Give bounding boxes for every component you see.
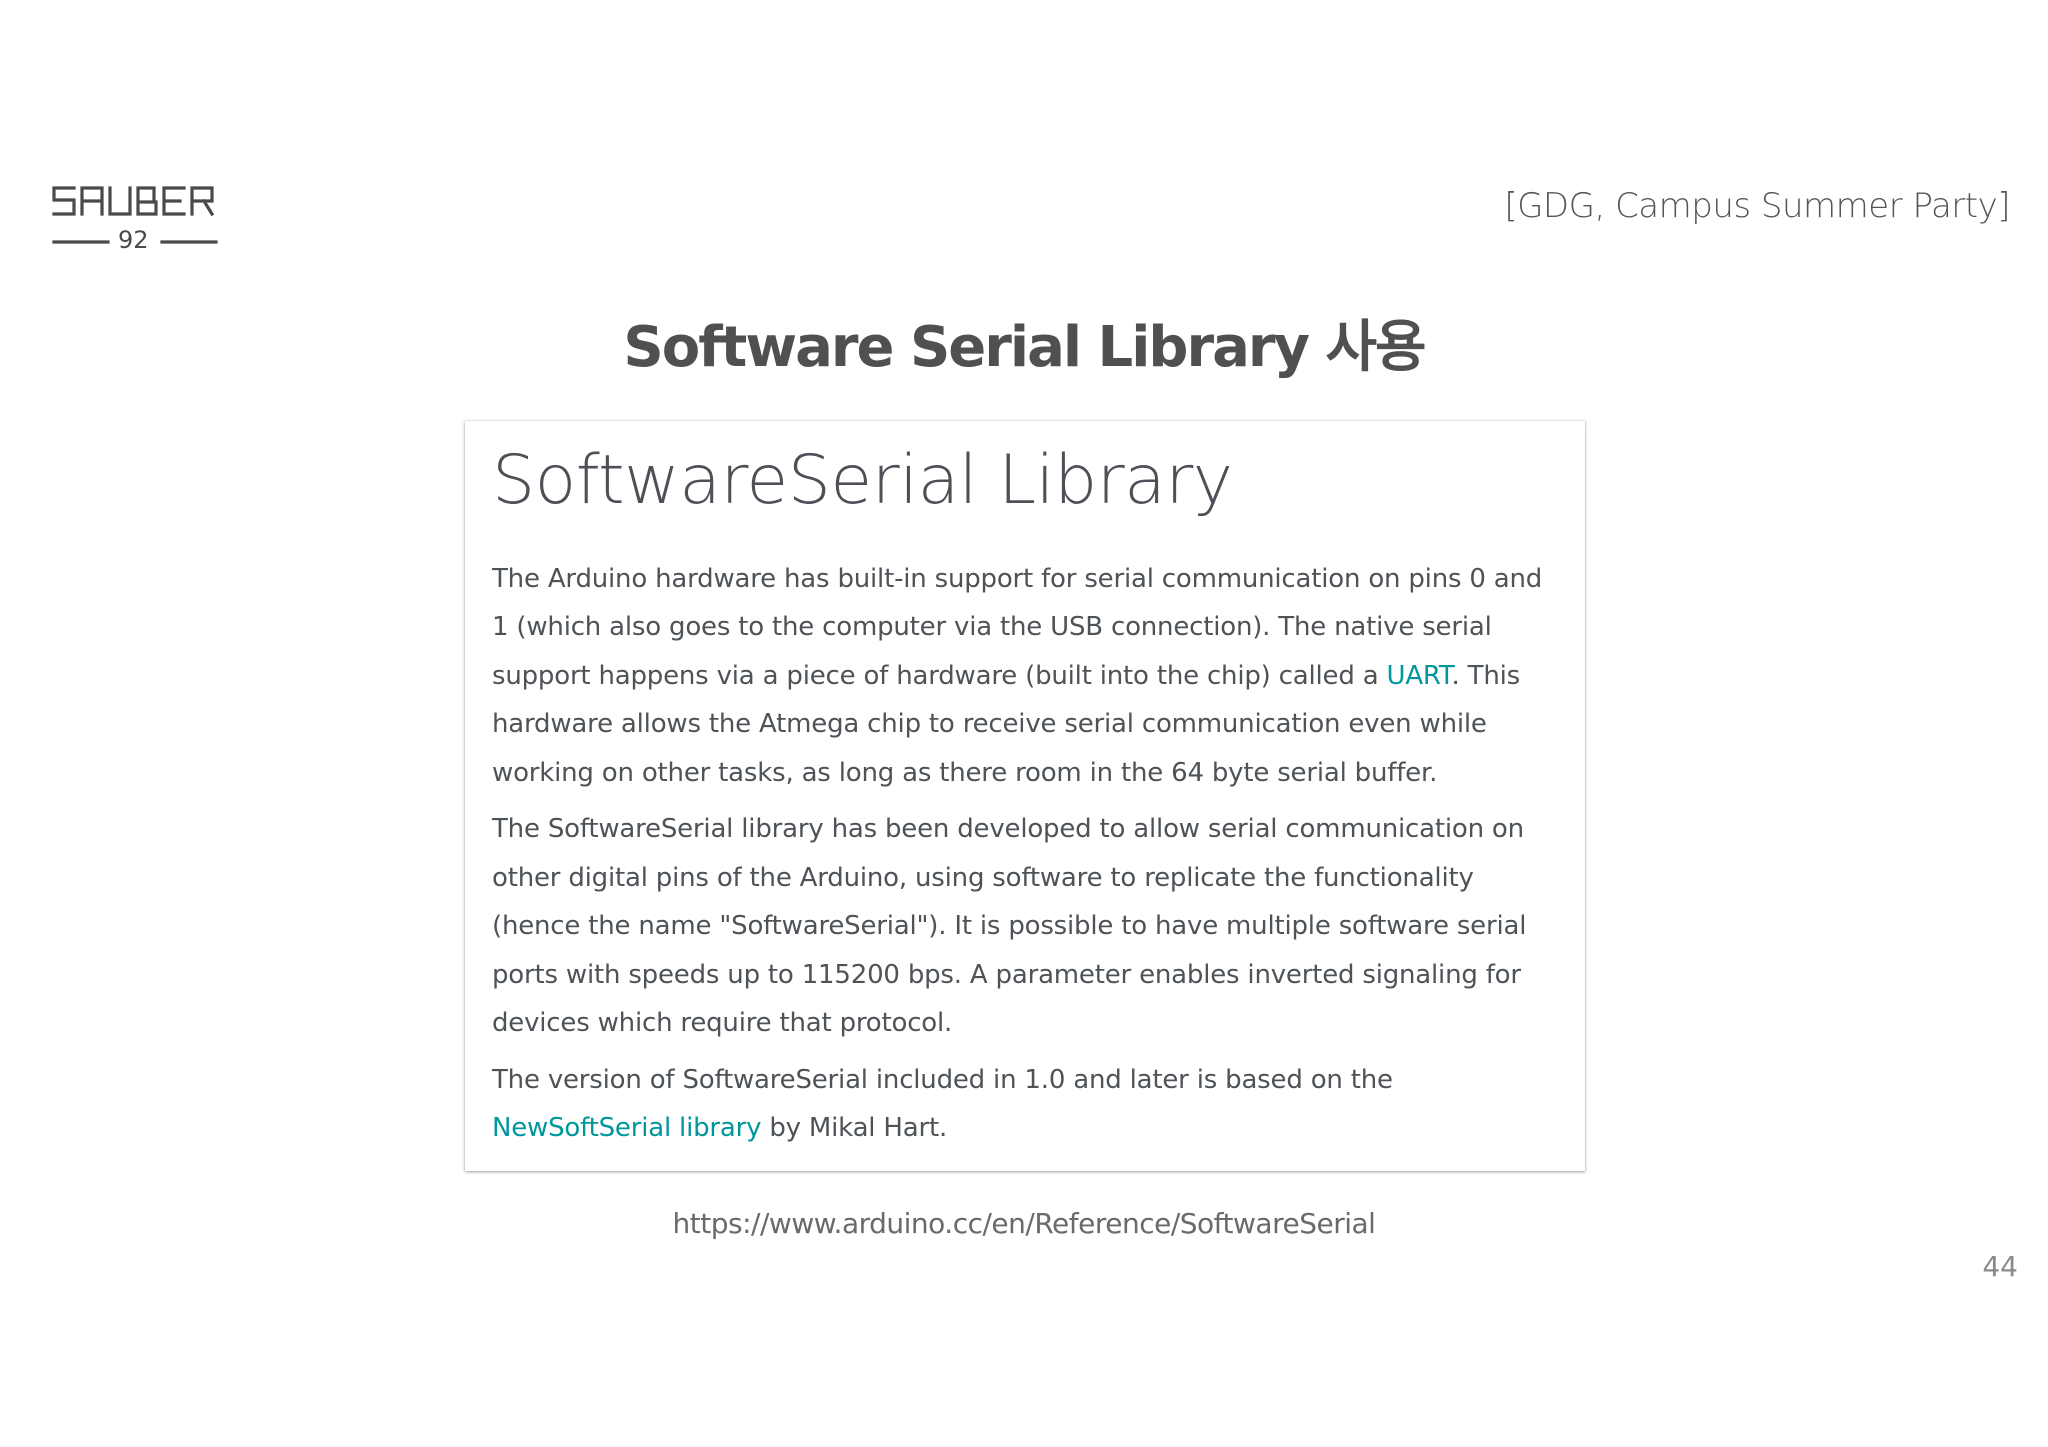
paragraph-1: The Arduino hardware has built-in suppor…	[492, 555, 1557, 798]
paragraph-2: The SoftwareSerial library has been deve…	[492, 814, 1527, 1039]
paragraph-3: The version of SoftwareSerial included i…	[492, 1056, 1557, 1153]
card-heading: SoftwareSerial Library	[492, 441, 1233, 520]
paragraph-3-text-b: by Mikal Hart.	[761, 1113, 948, 1144]
event-tag: [GDG, Campus Summer Party]	[1504, 186, 2010, 226]
page-number: 44	[1982, 1250, 2018, 1283]
embedded-screenshot-card: SoftwareSerial Library The Arduino hardw…	[465, 421, 1585, 1171]
slide: 92 [GDG, Campus Summer Party] Software S…	[0, 0, 2048, 1447]
card-body: The Arduino hardware has built-in suppor…	[492, 555, 1557, 1153]
paragraph-3-text-a: The version of SoftwareSerial included i…	[492, 1064, 1393, 1095]
paragraph-1-text-a: The Arduino hardware has built-in suppor…	[492, 563, 1543, 691]
source-url: https://www.arduino.cc/en/Reference/Soft…	[672, 1207, 1376, 1240]
newsoftserial-link[interactable]: NewSoftSerial library	[492, 1113, 761, 1143]
logo-number: 92	[118, 226, 149, 254]
sauber-logo: 92	[52, 182, 218, 254]
uart-link[interactable]: UART	[1387, 661, 1452, 691]
slide-title: Software Serial Library 사용	[623, 315, 1426, 380]
